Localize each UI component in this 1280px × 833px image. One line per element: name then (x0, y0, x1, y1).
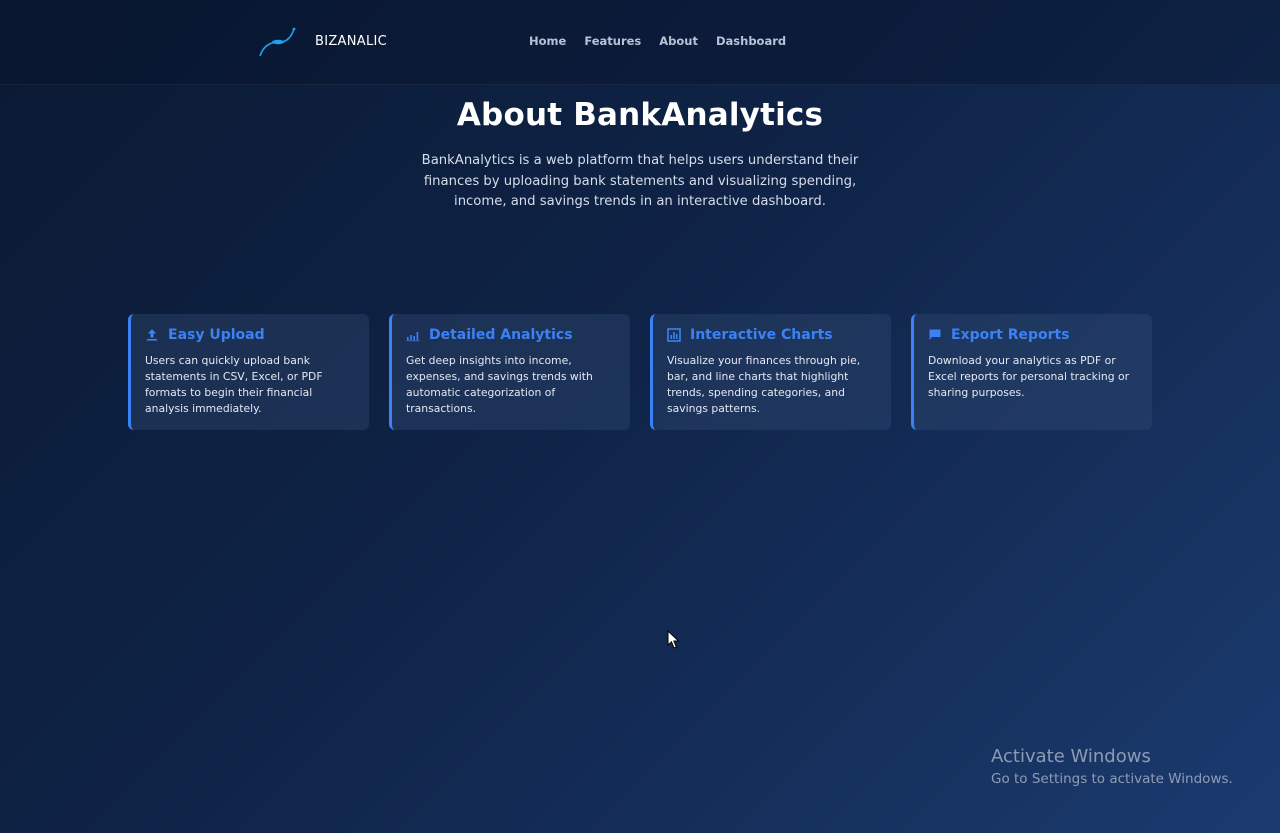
feature-cards: Easy Upload Users can quickly upload ban… (128, 314, 1152, 430)
bar-chart-icon (667, 328, 681, 342)
feature-title: Export Reports (951, 327, 1070, 343)
feature-text: Users can quickly upload bank statements… (145, 354, 323, 415)
nav-about-link[interactable]: About (659, 34, 698, 48)
nav-dashboard-link[interactable]: Dashboard (716, 34, 786, 48)
feature-text: Download your analytics as PDF or Excel … (928, 354, 1130, 399)
flag-icon (929, 329, 941, 340)
brand-name: BIZANALIC (315, 34, 388, 49)
feature-card-detailed-analytics: Detailed Analytics Get deep insights int… (389, 314, 630, 430)
brand[interactable]: BIZANALIC (258, 26, 387, 58)
feature-text: Visualize your finances through pie, bar… (667, 354, 861, 415)
brand-logo-icon (259, 27, 296, 57)
navbar: BIZANALIC Home Features About Dashboard (0, 0, 1280, 85)
feature-card-export-reports: Export Reports Download your analytics a… (911, 314, 1152, 430)
feature-title: Easy Upload (168, 327, 265, 343)
mouse-cursor-icon (667, 630, 680, 649)
feature-title: Detailed Analytics (429, 327, 573, 343)
watermark-title: Activate Windows (991, 746, 1151, 767)
nav-features-link[interactable]: Features (584, 34, 641, 48)
watermark-subtitle: Go to Settings to activate Windows. (991, 771, 1233, 787)
page-description: BankAnalytics is a web platform that hel… (421, 153, 859, 209)
page-title: About BankAnalytics (456, 97, 824, 133)
feature-title: Interactive Charts (690, 327, 833, 343)
feature-card-easy-upload: Easy Upload Users can quickly upload ban… (128, 314, 369, 430)
upload-icon (147, 329, 157, 341)
activate-windows-watermark: Activate Windows Go to Settings to activ… (991, 746, 1233, 789)
feature-card-interactive-charts: Interactive Charts Visualize your financ… (650, 314, 891, 430)
nav-home-link[interactable]: Home (529, 34, 566, 48)
feature-text: Get deep insights into income, expenses,… (406, 354, 593, 415)
nav-links: Home Features About Dashboard (529, 34, 804, 48)
signal-bars-icon (406, 332, 420, 342)
